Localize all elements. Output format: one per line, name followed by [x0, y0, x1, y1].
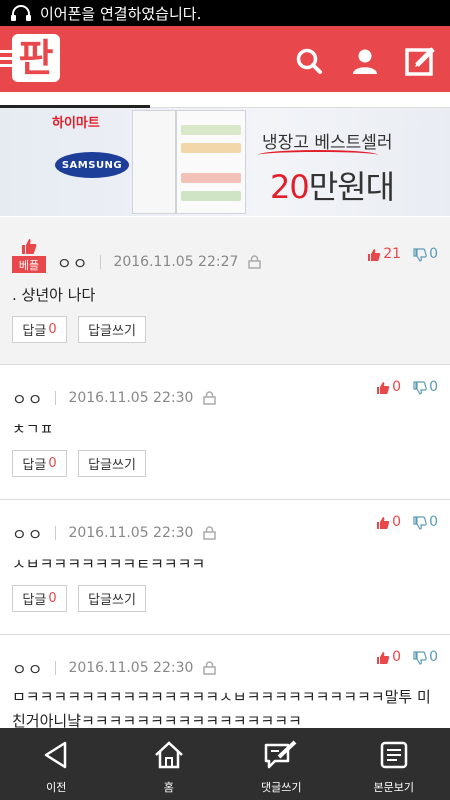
nav-label: 이전 [46, 781, 67, 794]
comment-author: ㅇㅇ [12, 660, 44, 679]
comment-item: ㅇㅇ 2016.11.05 22:30 0 0 ㅊㄱㅍ 답글 0 답글쓰기 [0, 365, 450, 500]
downvote-count: 0 [429, 246, 438, 262]
brand-logo: SAMSUNG [55, 152, 129, 178]
write-reply-button[interactable]: 답글쓰기 [78, 450, 146, 477]
comment-text: . 샹년아 나다 [12, 286, 96, 304]
search-icon[interactable] [292, 44, 326, 78]
store-logo: 하이마트 [52, 116, 100, 131]
ad-banner[interactable]: 하이마트 SAMSUNG 냉장고 베스트셀러 20만원대 [0, 108, 450, 216]
comment-item: ㅇㅇ 2016.11.05 22:30 0 0 ㅁㅋㅋㅋㅋㅋㅋㅋㅋㅋㅋㅋㅋㅋㅋㅅ… [0, 635, 450, 728]
comment-write-icon [265, 740, 297, 769]
comment-author: ㅇㅇ [12, 525, 44, 544]
comment-text: ㅁㅋㅋㅋㅋㅋㅋㅋㅋㅋㅋㅋㅋㅋㅋㅅㅂㅋㅋㅋㅋㅋㅋㅋㅋㅋㅋ말투 미친거아니냨ㅋㅋㅋㅋ… [12, 688, 431, 728]
upvote-button[interactable]: 0 [376, 379, 401, 395]
vote-group: 0 0 [376, 649, 438, 665]
write-reply-button[interactable]: 답글쓰기 [78, 585, 146, 612]
nav-label: 홈 [163, 781, 174, 794]
meta-divider [55, 661, 57, 675]
banner-underline [258, 150, 378, 160]
article-icon [380, 741, 407, 769]
best-thumb-icon [22, 239, 37, 254]
upvote-button[interactable]: 0 [376, 649, 401, 665]
nav-home[interactable]: 홈 [113, 728, 226, 800]
upvote-count: 0 [392, 514, 402, 530]
report-icon[interactable] [203, 661, 217, 675]
back-icon [45, 741, 67, 769]
reply-list-button[interactable]: 답글 0 [12, 585, 67, 612]
comment-meta: ㅇㅇ 2016.11.05 22:30 [12, 388, 217, 409]
vote-group: 0 0 [376, 379, 438, 395]
thumb-up-icon [377, 382, 390, 394]
comment-item: ㅇㅇ 2016.11.05 22:30 0 0 ㅅㅂㅋㅋㅋㅋㅋㅋㅋㅌㅋㅋㅋㅋ 답… [0, 500, 450, 635]
meta-divider [55, 391, 57, 405]
comment-author: ㅇㅇ [12, 390, 44, 409]
downvote-button[interactable]: 0 [413, 649, 438, 665]
write-icon[interactable] [404, 44, 438, 78]
thumb-down-icon [413, 516, 427, 530]
comment-meta: ㅇㅇ 2016.11.05 22:30 [12, 658, 217, 679]
reply-list-button[interactable]: 답글 0 [12, 450, 67, 477]
comment-author: ㅇㅇ [57, 254, 89, 273]
thumb-up-icon [377, 652, 390, 664]
downvote-button[interactable]: 0 [413, 246, 438, 262]
comment-item: 베플 ㅇㅇ 2016.11.05 22:27 21 0 . 샹년아 나다 답글 0… [0, 217, 450, 365]
thumb-down-icon [413, 248, 427, 262]
status-bar: 이어폰을 연결하였습니다. [0, 0, 450, 26]
thumb-up-icon [377, 517, 390, 529]
upvote-count: 0 [392, 649, 402, 665]
app-header: 판 [0, 26, 450, 92]
banner-price: 20만원대 [270, 168, 395, 206]
upvote-button[interactable]: 0 [376, 514, 401, 530]
write-reply-button[interactable]: 답글쓰기 [78, 316, 146, 343]
comment-date: 2016.11.05 22:30 [68, 660, 194, 676]
downvote-count: 0 [429, 649, 438, 665]
comment-text: ㅊㄱㅍ [12, 420, 54, 438]
downvote-button[interactable]: 0 [413, 379, 438, 395]
downvote-count: 0 [429, 514, 438, 530]
user-icon[interactable] [348, 44, 382, 78]
comment-date: 2016.11.05 22:30 [68, 390, 194, 406]
nav-label: 본문보기 [373, 781, 414, 794]
home-icon [154, 741, 183, 769]
tab-strip [0, 92, 450, 108]
vote-group: 0 0 [376, 514, 438, 530]
fridge-image [132, 110, 176, 214]
status-text: 이어폰을 연결하였습니다. [40, 4, 202, 23]
nav-back[interactable]: 이전 [0, 728, 113, 800]
comment-date: 2016.11.05 22:27 [113, 254, 239, 270]
bottom-nav: 이전 홈 댓글쓰기 본문보기 [0, 728, 450, 800]
comment-meta: ㅇㅇ 2016.11.05 22:27 [57, 252, 262, 273]
comment-text: ㅅㅂㅋㅋㅋㅋㅋㅋㅋㅌㅋㅋㅋㅋ [12, 555, 206, 573]
app-logo[interactable]: 판 [12, 34, 60, 82]
upvote-count: 0 [392, 379, 402, 395]
report-icon[interactable] [203, 526, 217, 540]
downvote-count: 0 [429, 379, 438, 395]
nav-write-comment[interactable]: 댓글쓰기 [225, 728, 338, 800]
comment-meta: ㅇㅇ 2016.11.05 22:30 [12, 523, 217, 544]
best-badge: 베플 [12, 256, 46, 273]
headphones-icon [11, 5, 31, 21]
upvote-count: 21 [383, 246, 402, 262]
meta-divider [55, 526, 57, 540]
thumb-down-icon [413, 651, 427, 665]
fridge-open-image [176, 110, 246, 214]
vote-group: 21 0 [367, 246, 438, 262]
upvote-button[interactable]: 21 [367, 246, 401, 262]
reply-list-button[interactable]: 답글 0 [12, 316, 67, 343]
nav-article[interactable]: 본문보기 [338, 728, 450, 800]
thumb-down-icon [413, 381, 427, 395]
report-icon[interactable] [203, 391, 217, 405]
report-icon[interactable] [248, 255, 262, 269]
thumb-up-icon [368, 249, 381, 261]
comment-date: 2016.11.05 22:30 [68, 525, 194, 541]
nav-label: 댓글쓰기 [261, 781, 302, 794]
downvote-button[interactable]: 0 [413, 514, 438, 530]
meta-divider [100, 255, 102, 269]
